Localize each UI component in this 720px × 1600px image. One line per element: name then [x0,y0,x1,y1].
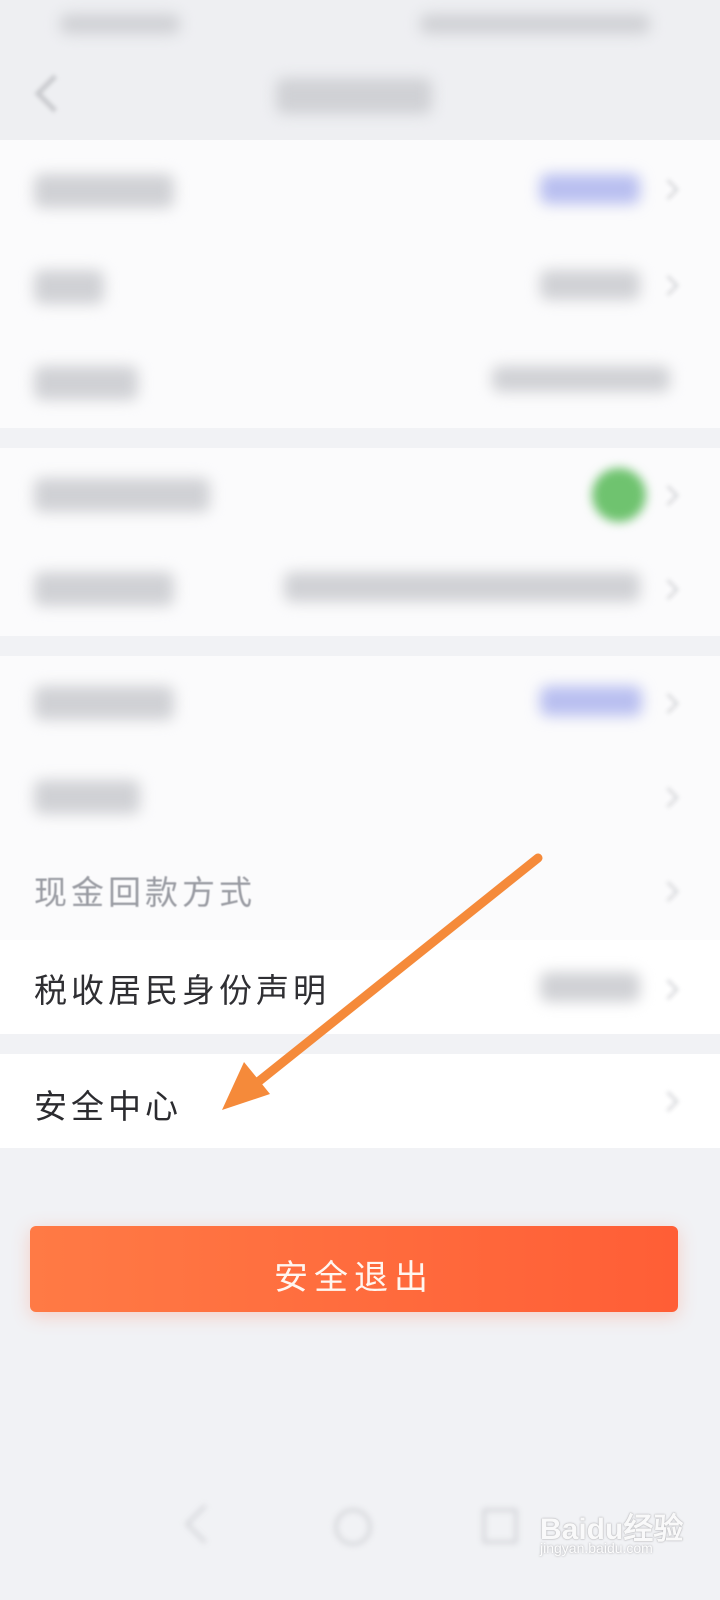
status-left-icons [60,14,180,34]
cash-return-row[interactable]: 现金回款方式 [0,844,720,938]
row-label-blurred [34,478,210,512]
profile-row[interactable] [0,140,720,236]
chevron-right-icon [657,880,680,903]
bank-card-row[interactable] [0,750,720,844]
row-value-blurred [492,366,670,392]
wechat-icon [592,468,646,522]
chevron-right-icon [657,578,680,601]
chevron-right-icon [657,978,680,1001]
back-arrow-icon[interactable] [34,74,73,113]
row-label: 税收居民身份声明 [34,971,330,1010]
chevron-right-icon [657,1090,680,1113]
finance-group: 现金回款方式 税收居民身份声明 [0,656,720,1034]
nav-back-icon[interactable] [184,1504,224,1544]
row-label: 安全中心 [34,1087,182,1126]
row-value-blurred [540,270,640,300]
status-right-icons [420,14,650,34]
risk-row[interactable] [0,656,720,750]
chevron-right-icon [657,484,680,507]
row-value-blurred [540,972,640,1002]
logout-label: 安全退出 [274,1258,434,1298]
accounts-group [0,448,720,636]
row-label-blurred [34,174,174,208]
row-label: 现金回款方式 [34,873,256,912]
security-group: 安全中心 [0,1054,720,1148]
row-value-blurred [540,174,640,204]
profile-group [0,140,720,428]
chevron-right-icon [657,274,680,297]
watermark: Baidu经验 jingyan.baidu.com [540,1498,710,1568]
nav-bar [0,50,720,140]
chevron-right-icon [657,786,680,809]
chevron-right-icon [657,692,680,715]
nav-home-icon[interactable] [334,1508,372,1546]
row-label-blurred [34,780,140,814]
row-label-blurred [34,270,104,304]
phone-row[interactable] [0,332,720,428]
watermark-url: jingyan.baidu.com [540,1540,653,1556]
tax-residency-row[interactable]: 税收居民身份声明 [0,940,720,1034]
row-label-blurred [34,686,174,720]
row-value-blurred [284,572,640,602]
row-label-blurred [34,572,174,606]
nav-recents-icon[interactable] [482,1508,518,1544]
row-value-blurred [540,686,642,716]
nickname-row[interactable] [0,236,720,332]
third-party-row[interactable] [0,448,720,542]
page-title [276,78,432,114]
logout-button[interactable]: 安全退出 [30,1226,678,1312]
status-bar [0,0,720,50]
security-center-row[interactable]: 安全中心 [0,1054,720,1148]
row-label-blurred [34,366,138,400]
bind-row[interactable] [0,542,720,636]
chevron-right-icon [657,178,680,201]
